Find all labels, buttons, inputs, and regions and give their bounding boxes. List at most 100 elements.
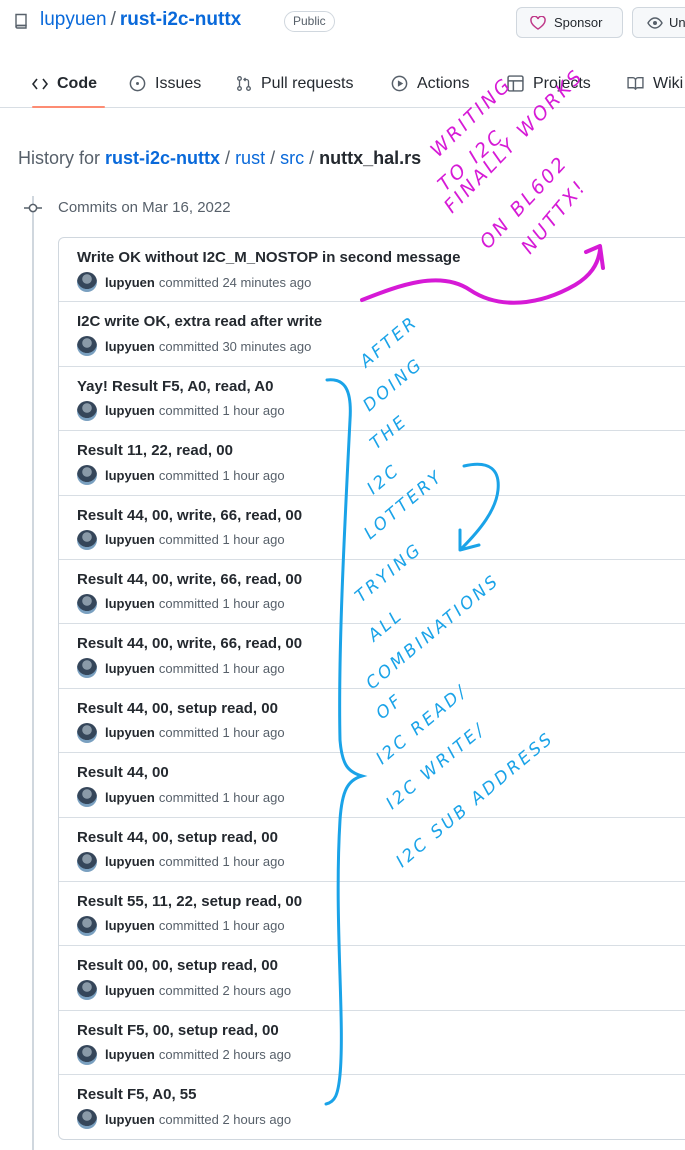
avatar[interactable] [77,400,97,421]
commit-row: Result 44, 00 lupyuen committed 1 hour ago [59,753,685,818]
table-icon [507,75,524,92]
breadcrumb-repo-link[interactable]: rust-i2c-nuttx [105,148,220,168]
tab-code[interactable]: Code [32,60,105,108]
commit-action: committed [158,1111,219,1127]
history-breadcrumb: History for rust-i2c-nuttx / rust / src / nutt… [18,148,421,169]
commit-time: 24 minutes ago [222,274,312,290]
commits-date-heading: Commits on Mar 16, 2022 [58,199,231,216]
code-icon [32,78,48,89]
commit-meta: lupyuen committed 2 hours ago [77,980,685,1001]
commit-author-link[interactable]: lupyuen [105,1047,155,1062]
play-icon [391,75,408,92]
breadcrumb-src-link[interactable]: src [280,148,304,168]
commit-time: 1 hour ago [222,789,285,805]
commit-title-link[interactable]: Write OK without I2C_M_NOSTOP in second … [77,249,685,266]
commit-title-link[interactable]: I2C write OK, extra read after write [77,313,685,330]
commit-meta: lupyuen committed 1 hour ago [77,915,685,936]
tab-wiki[interactable]: Wiki [627,60,683,107]
tab-projects[interactable]: Projects [507,60,591,107]
commit-title-link[interactable]: Result 44, 00, setup read, 00 [77,700,685,717]
breadcrumb-separator: / [225,148,231,168]
tab-issues[interactable]: Issues [129,60,201,107]
avatar[interactable] [77,722,97,743]
avatar[interactable] [77,1044,97,1065]
tab-wiki-label: Wiki [653,74,684,92]
commit-title-link[interactable]: Result 44, 00, setup read, 00 [77,829,685,846]
commit-author-link[interactable]: lupyuen [105,275,155,290]
avatar[interactable] [77,593,97,614]
avatar[interactable] [77,465,97,486]
commit-row: Result 44, 00, write, 66, read, 00 lupyue… [59,624,685,689]
commit-author-link[interactable]: lupyuen [105,725,155,740]
breadcrumb-separator: / [309,148,315,168]
commit-action: committed [158,982,219,998]
commit-author-link[interactable]: lupyuen [105,532,155,547]
tab-pull-requests-label: Pull requests [261,74,354,92]
commit-time: 1 hour ago [222,403,285,419]
commit-action: committed [158,1047,219,1063]
avatar[interactable] [77,980,97,1001]
commit-author-link[interactable]: lupyuen [105,596,155,611]
commit-title-link[interactable]: Result 44, 00, write, 66, read, 00 [77,507,685,524]
commit-title-link[interactable]: Result F5, 00, setup read, 00 [77,1022,685,1039]
tab-pull-requests[interactable]: Pull requests [236,60,354,107]
commit-row: Yay! Result F5, A0, read, A0 lupyuen commi… [59,367,685,432]
avatar[interactable] [77,787,97,808]
commit-time: 1 hour ago [222,467,285,483]
tab-actions[interactable]: Actions [391,60,469,107]
commit-author-link[interactable]: lupyuen [105,1112,155,1127]
commit-title-link[interactable]: Result 00, 00, setup read, 00 [77,957,685,974]
commit-author-link[interactable]: lupyuen [105,468,155,483]
avatar[interactable] [77,529,97,550]
commit-author-link[interactable]: lupyuen [105,854,155,869]
commit-row: Result 55, 11, 22, setup read, 00 lupyuen… [59,882,685,947]
commit-action: committed [158,274,219,290]
history-prefix: History for [18,148,101,168]
avatar[interactable] [77,658,97,679]
commit-row: Result 44, 00, write, 66, read, 00 lupyue… [59,560,685,625]
commit-time: 1 hour ago [222,918,285,934]
commit-action: committed [158,854,219,870]
breadcrumb-rust-link[interactable]: rust [235,148,265,168]
repo-owner-link[interactable]: lupyuen [40,9,107,30]
commit-action: committed [158,789,219,805]
avatar[interactable] [77,1109,97,1130]
commit-author-link[interactable]: lupyuen [105,403,155,418]
commit-author-link[interactable]: lupyuen [105,983,155,998]
commit-title-link[interactable]: Result 11, 22, read, 00 [77,442,685,459]
commit-action: committed [158,660,219,676]
commit-author-link[interactable]: lupyuen [105,790,155,805]
repo-name-link[interactable]: rust-i2c-nuttx [120,9,241,30]
commit-action: committed [158,596,219,612]
commit-node-icon [24,203,42,213]
commit-row: Write OK without I2C_M_NOSTOP in second … [59,238,685,303]
timeline-line [32,196,34,1150]
commit-row: I2C write OK, extra read after write lupy… [59,302,685,367]
commit-title-link[interactable]: Yay! Result F5, A0, read, A0 [77,378,685,395]
avatar[interactable] [77,851,97,872]
repo-path-separator: / [110,9,116,30]
commit-author-link[interactable]: lupyuen [105,661,155,676]
commit-title-link[interactable]: Result 55, 11, 22, setup read, 00 [77,893,685,910]
pull-request-icon [237,76,251,91]
commit-title-link[interactable]: Result 44, 00, write, 66, read, 00 [77,571,685,588]
commit-title-link[interactable]: Result 44, 00, write, 66, read, 00 [77,635,685,652]
commit-meta: lupyuen committed 2 hours ago [77,1044,685,1065]
commit-author-link[interactable]: lupyuen [105,339,155,354]
avatar[interactable] [77,272,97,292]
commit-row: Result 00, 00, setup read, 00 lupyuen comm… [59,946,685,1011]
commit-time: 1 hour ago [222,660,285,676]
sponsor-button[interactable]: Sponsor [516,7,623,38]
commit-title-link[interactable]: Result 44, 00 [77,764,685,781]
commit-title-link[interactable]: Result F5, A0, 55 [77,1086,685,1103]
avatar[interactable] [77,915,97,936]
commit-meta: lupyuen committed 1 hour ago [77,658,685,679]
commit-action: committed [158,403,219,419]
watch-button[interactable]: Un [632,7,685,38]
commit-meta: lupyuen committed 2 hours ago [77,1109,685,1130]
tab-projects-label: Projects [533,74,591,92]
avatar[interactable] [77,336,97,357]
commit-time: 1 hour ago [222,596,285,612]
commit-meta: lupyuen committed 1 hour ago [77,529,685,550]
commit-author-link[interactable]: lupyuen [105,918,155,933]
